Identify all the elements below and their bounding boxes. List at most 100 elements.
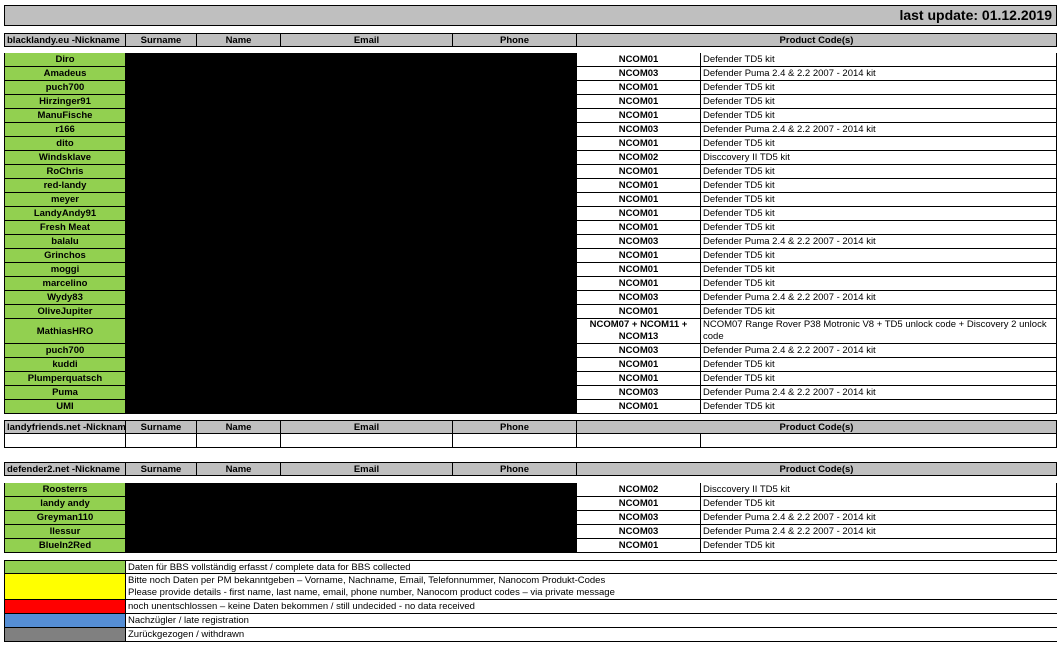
product-code-cell[interactable]: NCOM01 bbox=[577, 109, 701, 123]
product-description-cell[interactable]: Defender Puma 2.4 & 2.2 2007 - 2014 kit bbox=[701, 525, 1057, 539]
product-code-cell[interactable]: NCOM01 bbox=[577, 221, 701, 235]
product-code-cell[interactable]: NCOM03 bbox=[577, 511, 701, 525]
product-description-cell[interactable]: Defender TD5 kit bbox=[701, 497, 1057, 511]
empty-cell[interactable] bbox=[126, 434, 197, 448]
product-description-cell[interactable]: Disccovery II TD5 kit bbox=[701, 483, 1057, 497]
header-nickname[interactable]: defender2.net -Nickname bbox=[4, 462, 126, 476]
product-code-cell[interactable]: NCOM03 bbox=[577, 67, 701, 81]
nickname-cell[interactable]: Windsklave bbox=[4, 151, 126, 165]
product-description-cell[interactable]: Defender TD5 kit bbox=[701, 95, 1057, 109]
product-description-cell[interactable]: Defender TD5 kit bbox=[701, 358, 1057, 372]
product-description-cell[interactable]: Defender TD5 kit bbox=[701, 305, 1057, 319]
nickname-cell[interactable]: meyer bbox=[4, 193, 126, 207]
empty-cell[interactable] bbox=[577, 434, 701, 448]
nickname-cell[interactable]: LandyAndy91 bbox=[4, 207, 126, 221]
product-description-cell[interactable]: Defender TD5 kit bbox=[701, 277, 1057, 291]
product-description-cell[interactable]: Defender Puma 2.4 & 2.2 2007 - 2014 kit bbox=[701, 123, 1057, 137]
product-code-cell[interactable]: NCOM01 bbox=[577, 305, 701, 319]
product-code-cell[interactable]: NCOM01 bbox=[577, 539, 701, 553]
nickname-cell[interactable]: puch700 bbox=[4, 344, 126, 358]
product-code-cell[interactable]: NCOM01 bbox=[577, 81, 701, 95]
product-description-cell[interactable]: Defender TD5 kit bbox=[701, 400, 1057, 414]
product-code-cell[interactable]: NCOM01 bbox=[577, 179, 701, 193]
product-code-cell[interactable]: NCOM02 bbox=[577, 483, 701, 497]
product-description-cell[interactable]: Defender TD5 kit bbox=[701, 193, 1057, 207]
nickname-cell[interactable]: landy andy bbox=[4, 497, 126, 511]
product-code-cell[interactable]: NCOM03 bbox=[577, 291, 701, 305]
product-code-cell[interactable]: NCOM01 bbox=[577, 372, 701, 386]
header-phone[interactable]: Phone bbox=[453, 420, 577, 434]
product-code-cell[interactable]: NCOM01 bbox=[577, 137, 701, 151]
header-email[interactable]: Email bbox=[281, 33, 453, 47]
header-nickname[interactable]: blacklandy.eu -Nickname bbox=[4, 33, 126, 47]
product-description-cell[interactable]: Defender TD5 kit bbox=[701, 137, 1057, 151]
product-description-cell[interactable]: Defender TD5 kit bbox=[701, 53, 1057, 67]
empty-cell[interactable] bbox=[453, 434, 577, 448]
product-code-cell[interactable]: NCOM01 bbox=[577, 207, 701, 221]
product-code-cell[interactable]: NCOM01 bbox=[577, 249, 701, 263]
product-code-cell[interactable]: NCOM01 bbox=[577, 53, 701, 67]
product-code-cell[interactable]: NCOM03 bbox=[577, 344, 701, 358]
product-code-cell[interactable]: NCOM03 bbox=[577, 235, 701, 249]
nickname-cell[interactable]: Wydy83 bbox=[4, 291, 126, 305]
product-description-cell[interactable]: Defender Puma 2.4 & 2.2 2007 - 2014 kit bbox=[701, 511, 1057, 525]
nickname-cell[interactable]: Hirzinger91 bbox=[4, 95, 126, 109]
product-description-cell[interactable]: NCOM07 Range Rover P38 Motronic V8 + TD5… bbox=[701, 319, 1057, 344]
header-phone[interactable]: Phone bbox=[453, 33, 577, 47]
header-surname[interactable]: Surname bbox=[126, 420, 197, 434]
product-code-cell[interactable]: NCOM07 + NCOM11 + NCOM13 bbox=[577, 319, 701, 344]
nickname-cell[interactable]: Grinchos bbox=[4, 249, 126, 263]
header-product-codes[interactable]: Product Code(s) bbox=[577, 33, 1057, 47]
nickname-cell[interactable]: Greyman110 bbox=[4, 511, 126, 525]
nickname-cell[interactable]: Amadeus bbox=[4, 67, 126, 81]
header-name[interactable]: Name bbox=[197, 33, 281, 47]
nickname-cell[interactable]: MathiasHRO bbox=[4, 319, 126, 344]
header-name[interactable]: Name bbox=[197, 420, 281, 434]
product-description-cell[interactable]: Defender TD5 kit bbox=[701, 109, 1057, 123]
product-code-cell[interactable]: NCOM01 bbox=[577, 497, 701, 511]
nickname-cell[interactable]: marcelino bbox=[4, 277, 126, 291]
last-update-title[interactable]: last update: 01.12.2019 bbox=[4, 5, 1057, 26]
nickname-cell[interactable]: Puma bbox=[4, 386, 126, 400]
product-code-cell[interactable]: NCOM01 bbox=[577, 277, 701, 291]
nickname-cell[interactable]: moggi bbox=[4, 263, 126, 277]
product-code-cell[interactable]: NCOM03 bbox=[577, 525, 701, 539]
header-product-codes[interactable]: Product Code(s) bbox=[577, 462, 1057, 476]
product-description-cell[interactable]: Defender TD5 kit bbox=[701, 165, 1057, 179]
nickname-cell[interactable]: Roosterrs bbox=[4, 483, 126, 497]
nickname-cell[interactable]: ManuFische bbox=[4, 109, 126, 123]
nickname-cell[interactable]: dito bbox=[4, 137, 126, 151]
header-nickname[interactable]: landyfriends.net -Nickname bbox=[4, 420, 126, 434]
product-description-cell[interactable]: Defender Puma 2.4 & 2.2 2007 - 2014 kit bbox=[701, 67, 1057, 81]
nickname-cell[interactable]: BlueIn2Red bbox=[4, 539, 126, 553]
product-code-cell[interactable]: NCOM02 bbox=[577, 151, 701, 165]
product-description-cell[interactable]: Defender TD5 kit bbox=[701, 372, 1057, 386]
product-description-cell[interactable]: Defender TD5 kit bbox=[701, 263, 1057, 277]
product-description-cell[interactable]: Disccovery II TD5 kit bbox=[701, 151, 1057, 165]
product-code-cell[interactable]: NCOM03 bbox=[577, 386, 701, 400]
product-code-cell[interactable]: NCOM01 bbox=[577, 358, 701, 372]
product-description-cell[interactable]: Defender Puma 2.4 & 2.2 2007 - 2014 kit bbox=[701, 235, 1057, 249]
header-product-codes[interactable]: Product Code(s) bbox=[577, 420, 1057, 434]
product-code-cell[interactable]: NCOM01 bbox=[577, 400, 701, 414]
product-description-cell[interactable]: Defender Puma 2.4 & 2.2 2007 - 2014 kit bbox=[701, 386, 1057, 400]
header-surname[interactable]: Surname bbox=[126, 462, 197, 476]
header-email[interactable]: Email bbox=[281, 462, 453, 476]
header-phone[interactable]: Phone bbox=[453, 462, 577, 476]
product-description-cell[interactable]: Defender Puma 2.4 & 2.2 2007 - 2014 kit bbox=[701, 291, 1057, 305]
empty-cell[interactable] bbox=[701, 434, 1057, 448]
header-email[interactable]: Email bbox=[281, 420, 453, 434]
product-code-cell[interactable]: NCOM01 bbox=[577, 165, 701, 179]
nickname-cell[interactable]: puch700 bbox=[4, 81, 126, 95]
empty-cell[interactable] bbox=[4, 434, 126, 448]
nickname-cell[interactable]: Fresh Meat bbox=[4, 221, 126, 235]
product-description-cell[interactable]: Defender TD5 kit bbox=[701, 81, 1057, 95]
product-code-cell[interactable]: NCOM01 bbox=[577, 193, 701, 207]
empty-cell[interactable] bbox=[281, 434, 453, 448]
product-code-cell[interactable]: NCOM01 bbox=[577, 263, 701, 277]
nickname-cell[interactable]: red-landy bbox=[4, 179, 126, 193]
nickname-cell[interactable]: Diro bbox=[4, 53, 126, 67]
product-description-cell[interactable]: Defender TD5 kit bbox=[701, 249, 1057, 263]
header-name[interactable]: Name bbox=[197, 462, 281, 476]
nickname-cell[interactable]: Plumperquatsch bbox=[4, 372, 126, 386]
